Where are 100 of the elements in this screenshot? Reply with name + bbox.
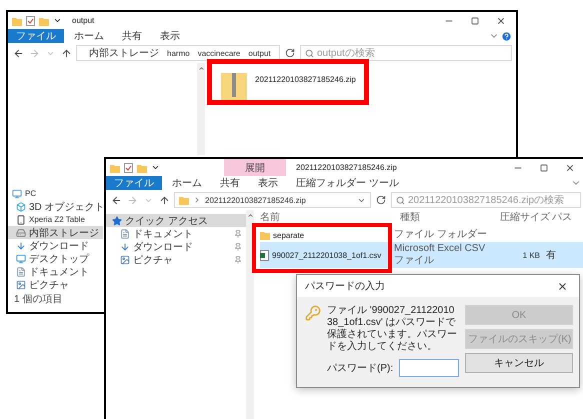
chevron-up-icon: [198, 65, 204, 72]
scrollbar[interactable]: [197, 63, 205, 155]
ribbon-tab[interactable]: ホーム: [164, 176, 210, 190]
context-tab-header: 展開: [224, 159, 286, 176]
password-field[interactable]: [399, 359, 459, 377]
field-label: パスワード(P):: [327, 362, 394, 375]
picture-icon: [16, 280, 26, 290]
chevron-up-icon: [246, 212, 254, 219]
column-header[interactable]: 名前: [260, 210, 390, 224]
nav-item[interactable]: ドキュメント: [8, 265, 93, 278]
folder-icon: [110, 162, 120, 172]
up-arrow-icon: [158, 194, 170, 206]
nav-item[interactable]: クイック アクセス: [106, 214, 246, 227]
column-header[interactable]: パス: [552, 210, 583, 224]
file-type-cell: Microsoft Excel CSV ファイル: [384, 242, 494, 268]
file-name-cell[interactable]: 990027_2112201038_1of1.csv: [260, 242, 384, 268]
breadcrumb-item[interactable]: 内部ストレージ: [89, 46, 159, 60]
column-header[interactable]: 圧縮サイズ: [500, 210, 552, 224]
close-icon: [565, 162, 575, 172]
address-bar[interactable]: 20211220103827185246.zip: [174, 192, 371, 208]
ribbon-tab[interactable]: 表示: [250, 176, 286, 190]
close-icon: [496, 16, 506, 26]
forward-arrow-icon: [28, 48, 40, 58]
file-item[interactable]: 20211220103827185246.zip: [221, 71, 356, 101]
search-input[interactable]: outputの検索: [317, 48, 507, 58]
drive-icon: [16, 228, 26, 238]
scrollbar[interactable]: [246, 210, 254, 419]
refresh-icon: [285, 48, 295, 58]
back-arrow-icon: [12, 48, 24, 58]
help-icon[interactable]: [501, 30, 512, 42]
ribbon-tab[interactable]: ファイル: [8, 29, 64, 43]
file-name-cell[interactable]: separate: [260, 228, 384, 242]
search-icon: [396, 196, 405, 204]
folder-icon: [39, 16, 49, 26]
nav-item[interactable]: ピクチャ: [8, 278, 73, 291]
dialog-message: ファイル '990027_2112201038_1of1.csv' はパスワードで保護されています。パスワードを入力してください。: [327, 305, 458, 353]
download-icon: [120, 242, 130, 252]
nav-item[interactable]: ピクチャ: [106, 253, 246, 266]
up-button[interactable]: [158, 194, 170, 206]
back-arrow-icon: [110, 194, 122, 206]
nav-item[interactable]: ドキュメント: [106, 227, 246, 240]
zip-folder-icon: [221, 71, 247, 101]
column-header[interactable]: 種類: [390, 210, 500, 224]
up-arrow-icon: [60, 48, 72, 58]
dropdown-icon[interactable]: [151, 163, 160, 172]
phone-icon: [16, 214, 26, 224]
spreadsheet-file-icon: [260, 250, 269, 260]
search-input[interactable]: 20211220103827185246.zipの検索: [408, 194, 576, 206]
ribbon-tab[interactable]: ホーム: [66, 29, 112, 43]
window-title: output: [72, 16, 94, 25]
folder-icon: [179, 195, 189, 205]
star-icon: [112, 216, 122, 226]
folder-icon: [260, 230, 270, 240]
nav-item[interactable]: 3D オブジェクト: [8, 200, 109, 213]
folder-icon: [137, 162, 147, 172]
status-text: 1 個の項目: [13, 293, 64, 307]
breadcrumb-item[interactable]: harmo: [167, 48, 190, 58]
nav-item[interactable]: PC: [8, 187, 40, 200]
search-bar[interactable]: outputの検索: [300, 45, 512, 61]
document-icon: [16, 266, 26, 276]
up-button[interactable]: [60, 47, 72, 59]
folder-icon: [12, 16, 22, 26]
refresh-button[interactable]: [375, 194, 387, 206]
breadcrumb-item[interactable]: 20211220103827185246.zip: [205, 196, 306, 204]
nav-item[interactable]: ダウンロード: [106, 240, 246, 253]
nav-item[interactable]: 内部ストレージ: [8, 226, 103, 239]
breadcrumb-item[interactable]: output: [248, 48, 271, 58]
dialog-button[interactable]: キャンセル: [465, 353, 573, 373]
breadcrumb-item[interactable]: vaccinecare: [198, 48, 240, 58]
ribbon-tab[interactable]: 共有: [114, 29, 150, 43]
refresh-icon: [376, 195, 386, 205]
forward-arrow-icon: [126, 194, 138, 206]
ribbon-tab[interactable]: ファイル: [106, 176, 162, 190]
cube-icon: [16, 202, 26, 212]
back-button[interactable]: [110, 194, 122, 206]
maximize-icon: [540, 164, 548, 172]
back-button[interactable]: [12, 47, 24, 59]
refresh-button[interactable]: [284, 47, 296, 59]
nav-item[interactable]: Xperia Z2 Table: [8, 213, 89, 226]
file-size-cell: 1 KB: [494, 242, 546, 268]
download-icon: [16, 240, 26, 250]
key-icon: [305, 305, 321, 321]
document-icon: [120, 228, 130, 238]
search-bar[interactable]: 20211220103827185246.zipの検索: [391, 192, 581, 208]
ribbon-tab[interactable]: 圧縮フォルダー ツール: [288, 176, 407, 190]
ribbon-tab[interactable]: 共有: [212, 176, 248, 190]
file-type-cell-text: ファイル フォルダー: [393, 228, 488, 242]
dialog-title: パスワードの入力: [305, 280, 385, 293]
checkbox-document-icon[interactable]: [124, 162, 133, 172]
close-icon: [556, 280, 568, 292]
ribbon-tab[interactable]: 表示: [152, 29, 188, 43]
nav-item[interactable]: ダウンロード: [8, 239, 93, 252]
breadcrumb-separator-icon: [193, 196, 201, 204]
checkbox-document-icon[interactable]: [26, 16, 35, 26]
maximize-icon: [471, 16, 479, 24]
computer-icon: [12, 188, 22, 198]
picture-icon: [120, 254, 130, 264]
dropdown-icon[interactable]: [53, 16, 62, 25]
window-title: 20211220103827185246.zip: [296, 163, 397, 172]
nav-item[interactable]: デスクトップ: [8, 252, 93, 265]
